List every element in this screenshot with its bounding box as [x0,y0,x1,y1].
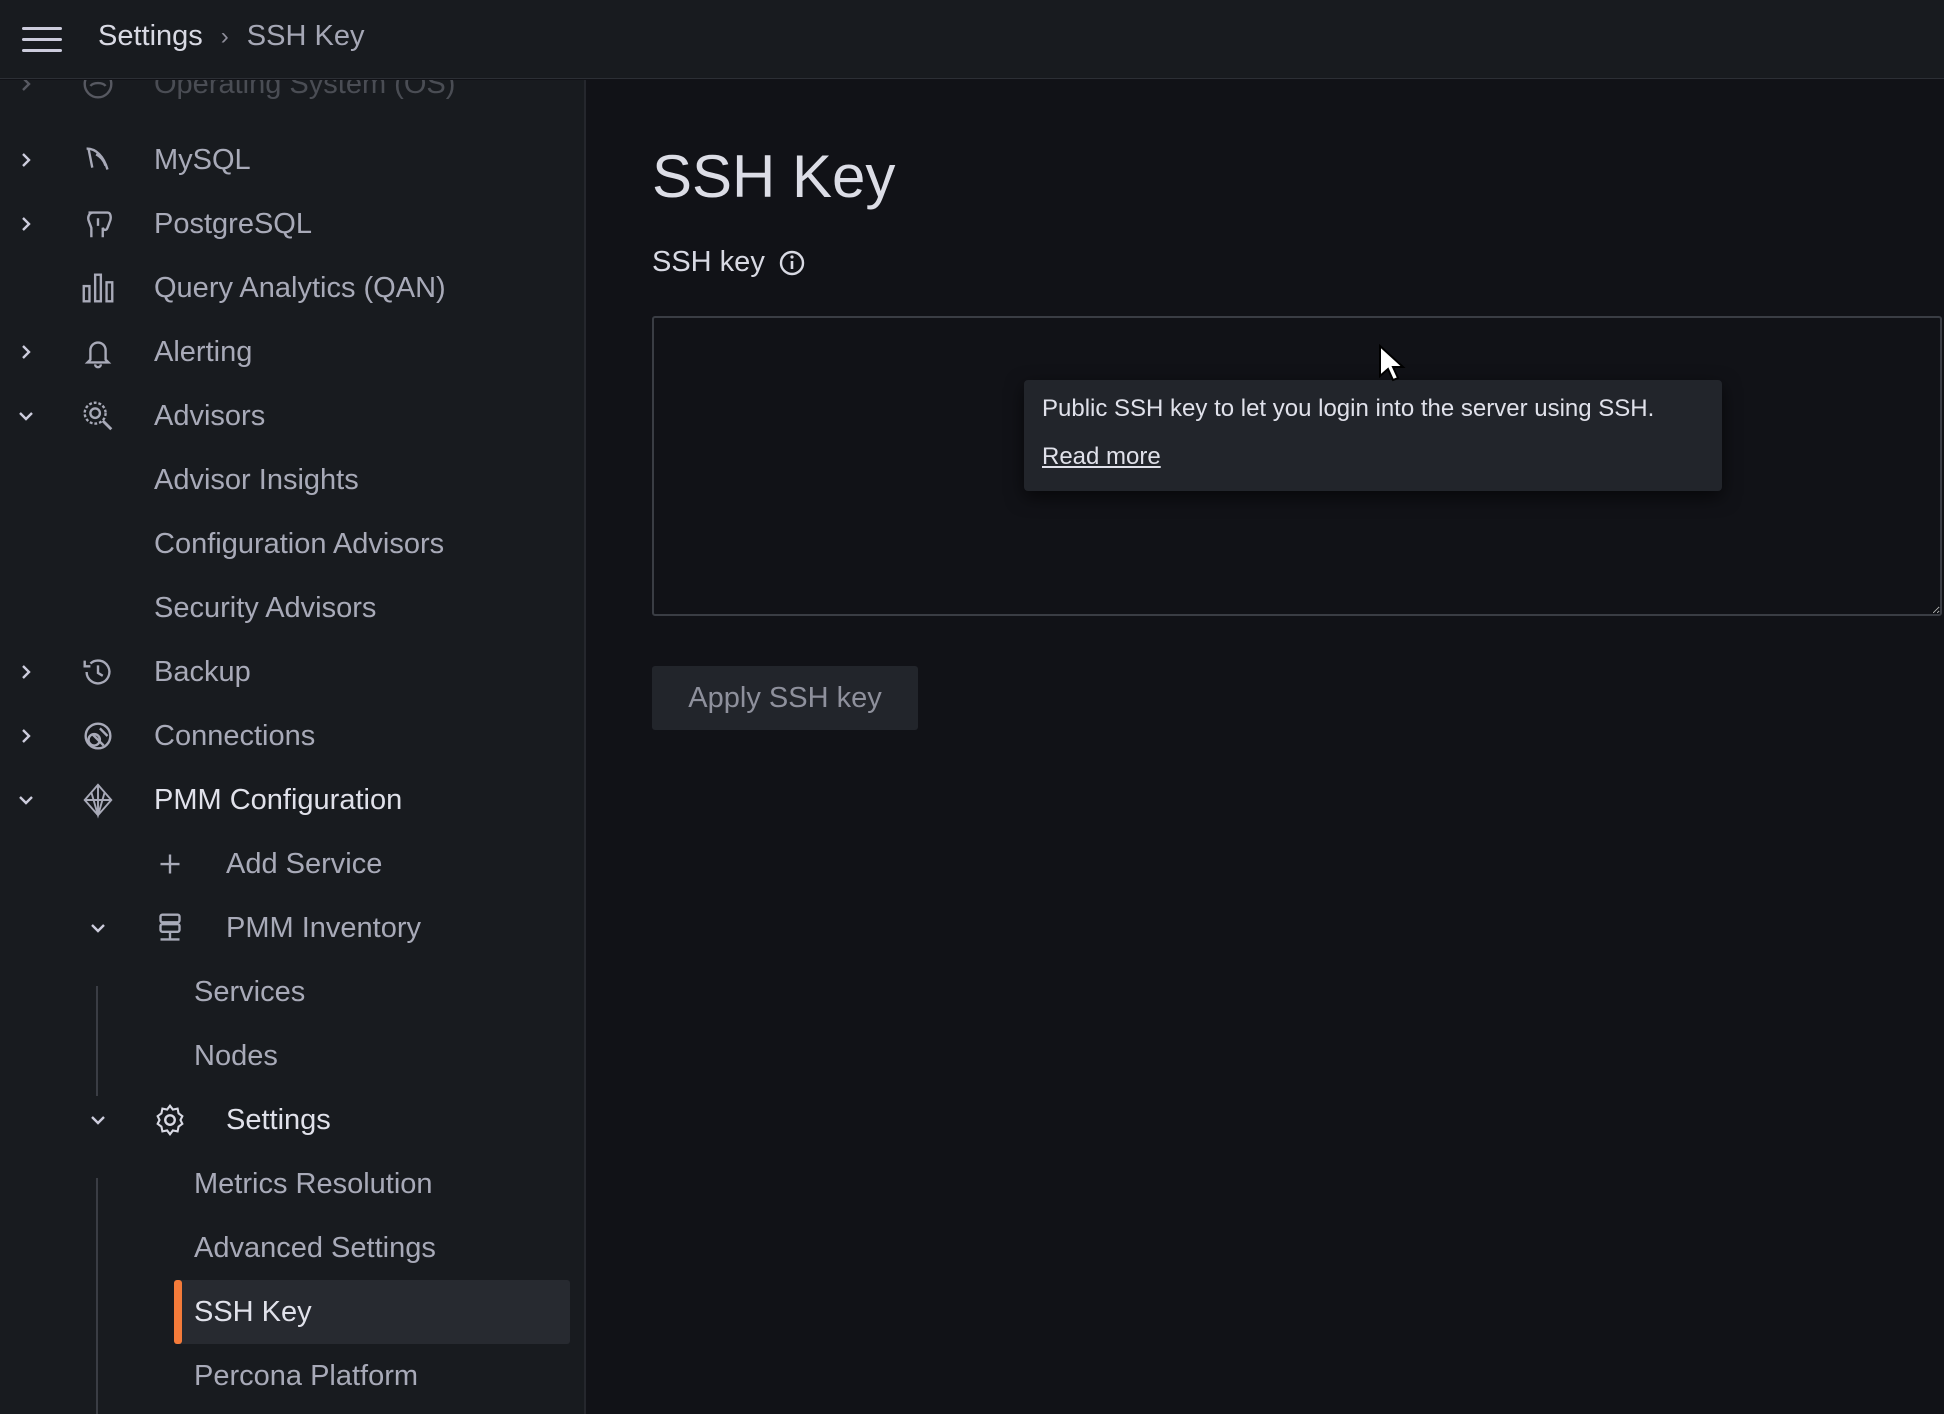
mysql-dolphin-icon [78,140,118,180]
mouse-cursor-icon [1379,344,1406,382]
history-icon [78,652,118,692]
sidebar-item-label: Security Advisors [154,591,377,624]
sidebar-item-qan[interactable]: Query Analytics (QAN) [0,256,584,320]
sidebar-item-backup[interactable]: Backup [0,640,584,704]
sidebar-item-services[interactable]: Services [0,960,584,1024]
sidebar-item-label: Operating System (OS) [154,80,456,100]
sidebar-item-advanced-settings[interactable]: Advanced Settings [0,1216,584,1280]
chevron-down-icon [86,916,110,940]
chevron-right-icon [14,80,38,96]
sidebar-item-percona-platform[interactable]: Percona Platform [0,1344,584,1408]
chevron-right-icon [14,148,38,172]
sidebar-item-pmm-inventory[interactable]: PMM Inventory [0,896,584,960]
page-title: SSH Key [652,143,896,210]
sidebar-item-label: MySQL [154,143,251,176]
sidebar-item-label: Metrics Resolution [194,1167,433,1200]
sidebar-item-settings[interactable]: Settings [0,1088,584,1152]
sidebar-item-label: Advisors [154,399,266,432]
os-icon [78,80,118,104]
info-tooltip: Public SSH key to let you login into the… [1024,380,1722,491]
sidebar-item-advisor-insights[interactable]: Advisor Insights [0,448,584,512]
pmm-logo-icon [78,780,118,820]
postgresql-elephant-icon [78,204,118,244]
sidebar-item-label: Backup [154,655,251,688]
top-bar: Settings › SSH Key [0,0,1944,79]
chevron-right-icon [14,724,38,748]
ssh-key-label: SSH key [652,246,807,279]
main-content: SSH Key SSH key Apply SSH key Public SSH… [588,80,1944,1414]
chevron-down-icon [14,404,38,428]
chevron-right-icon [14,212,38,236]
sidebar-item-ssh-key[interactable]: SSH Key [0,1280,584,1344]
sidebar-item-label: Percona Platform [194,1359,419,1392]
sidebar-item-postgresql[interactable]: PostgreSQL [0,192,584,256]
chevron-right-icon [14,340,38,364]
plus-icon [150,844,190,884]
bell-icon [78,332,118,372]
sidebar-item-metrics-resolution[interactable]: Metrics Resolution [0,1152,584,1216]
ssh-key-label-text: SSH key [652,246,765,278]
sidebar: Operating System (OS) MySQL PostgreSQL Q… [0,80,586,1414]
sidebar-item-label: Nodes [194,1039,278,1072]
sidebar-item-label: Add Service [226,847,383,880]
sidebar-item-label: Connections [154,719,316,752]
info-icon[interactable] [777,248,807,278]
sidebar-item-label: Advanced Settings [194,1231,436,1264]
sidebar-item-nodes[interactable]: Nodes [0,1024,584,1088]
tooltip-text: Public SSH key to let you login into the… [1042,395,1655,422]
chevron-down-icon [14,788,38,812]
sidebar-item-advisors[interactable]: Advisors [0,384,584,448]
sidebar-item-label: PMM Inventory [226,911,421,944]
breadcrumb-current: SSH Key [246,20,365,52]
chevron-right-icon: › [220,22,229,50]
sidebar-item-mysql[interactable]: MySQL [0,128,584,192]
advisors-search-icon [78,396,118,436]
chevron-down-icon [86,1108,110,1132]
bar-chart-icon [78,268,118,308]
read-more-link[interactable]: Read more [1042,443,1161,471]
breadcrumb: Settings › SSH Key [98,20,364,53]
chevron-right-icon [14,660,38,684]
hamburger-menu-icon[interactable] [22,27,62,53]
sidebar-item-configuration-advisors[interactable]: Configuration Advisors [0,512,584,576]
connections-icon [78,716,118,756]
sidebar-item-label: Settings [226,1103,331,1136]
sidebar-item-label: PostgreSQL [154,207,312,240]
sidebar-item-label: Services [194,975,306,1008]
inventory-icon [150,908,190,948]
sidebar-item-label: Alerting [154,335,253,368]
sidebar-item-connections[interactable]: Connections [0,704,584,768]
gear-icon [150,1100,190,1140]
apply-ssh-key-button[interactable]: Apply SSH key [652,666,918,730]
sidebar-item-label: PMM Configuration [154,783,403,816]
sidebar-item-os[interactable]: Operating System (OS) [0,80,584,116]
breadcrumb-settings[interactable]: Settings [98,20,203,53]
sidebar-item-pmm-configuration[interactable]: PMM Configuration [0,768,584,832]
sidebar-item-add-service[interactable]: Add Service [0,832,584,896]
sidebar-item-alerting[interactable]: Alerting [0,320,584,384]
sidebar-item-label: Query Analytics (QAN) [154,271,446,304]
sidebar-item-label: Advisor Insights [154,463,359,496]
sidebar-item-label: SSH Key [194,1295,312,1328]
sidebar-item-label: Configuration Advisors [154,527,445,560]
sidebar-item-security-advisors[interactable]: Security Advisors [0,576,584,640]
